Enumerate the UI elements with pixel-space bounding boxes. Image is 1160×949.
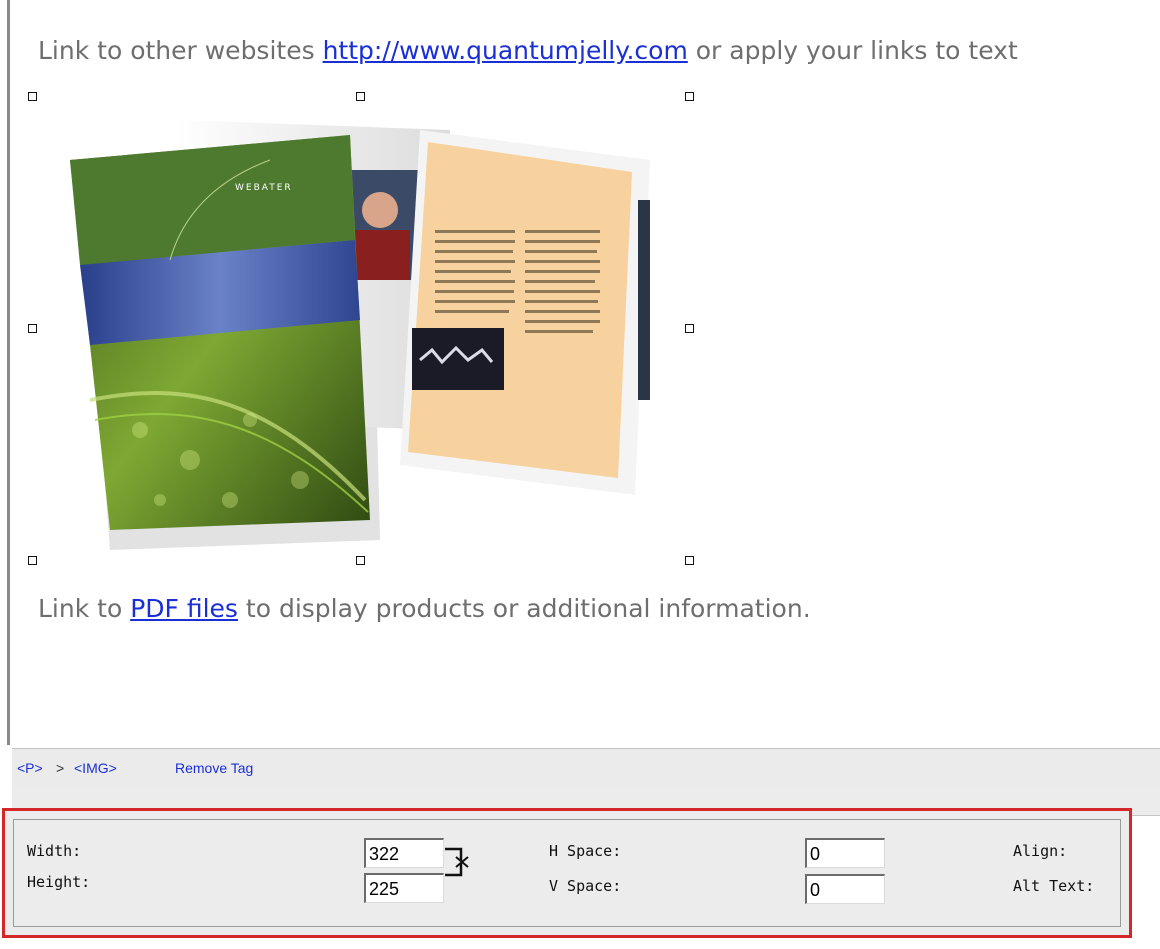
tag-path-p[interactable]: <P> <box>17 760 43 776</box>
align-label: Align: <box>1013 842 1068 860</box>
tag-path-separator: > <box>56 760 65 776</box>
resize-handle-middle-left[interactable] <box>28 324 37 333</box>
editor-left-border <box>7 0 10 745</box>
width-input[interactable]: 322 <box>364 838 444 868</box>
vspace-label: V Space: <box>549 877 622 895</box>
text-suffix: to display products or additional inform… <box>237 594 811 623</box>
text-suffix: or apply your links to text <box>687 36 1018 65</box>
alt-text-label: Alt Text: <box>1013 877 1095 895</box>
text-prefix: Link to other websites <box>38 36 323 65</box>
website-link[interactable]: http://www.quantumjelly.com <box>323 36 688 65</box>
hspace-input[interactable]: 0 <box>805 838 885 868</box>
resize-handle-bottom-left[interactable] <box>28 556 37 565</box>
editor-text-line-websites[interactable]: Link to other websites http://www.quantu… <box>38 36 1018 65</box>
remove-tag-link[interactable]: Remove Tag <box>175 760 253 776</box>
width-label: Width: <box>27 842 82 860</box>
image-properties-panel <box>2 808 1132 938</box>
hspace-label: H Space: <box>549 842 622 860</box>
constrain-proportions-icon[interactable] <box>443 841 483 883</box>
resize-handle-top-left[interactable] <box>28 92 37 101</box>
vspace-input[interactable]: 0 <box>805 874 885 904</box>
selected-brochure-image[interactable]: WEBATER <box>50 100 690 560</box>
tag-path-img[interactable]: <IMG> <box>74 760 117 776</box>
cover-title-text: WEBATER <box>235 183 293 193</box>
text-prefix: Link to <box>38 594 131 623</box>
pdf-files-link[interactable]: PDF files <box>130 594 238 623</box>
tag-path-bar: <P> > <IMG> Remove Tag <box>12 748 1160 788</box>
properties-inner-frame <box>13 819 1121 927</box>
editor-text-line-pdf[interactable]: Link to PDF files to display products or… <box>38 594 811 623</box>
height-input[interactable]: 225 <box>364 873 444 903</box>
height-label: Height: <box>27 873 91 891</box>
